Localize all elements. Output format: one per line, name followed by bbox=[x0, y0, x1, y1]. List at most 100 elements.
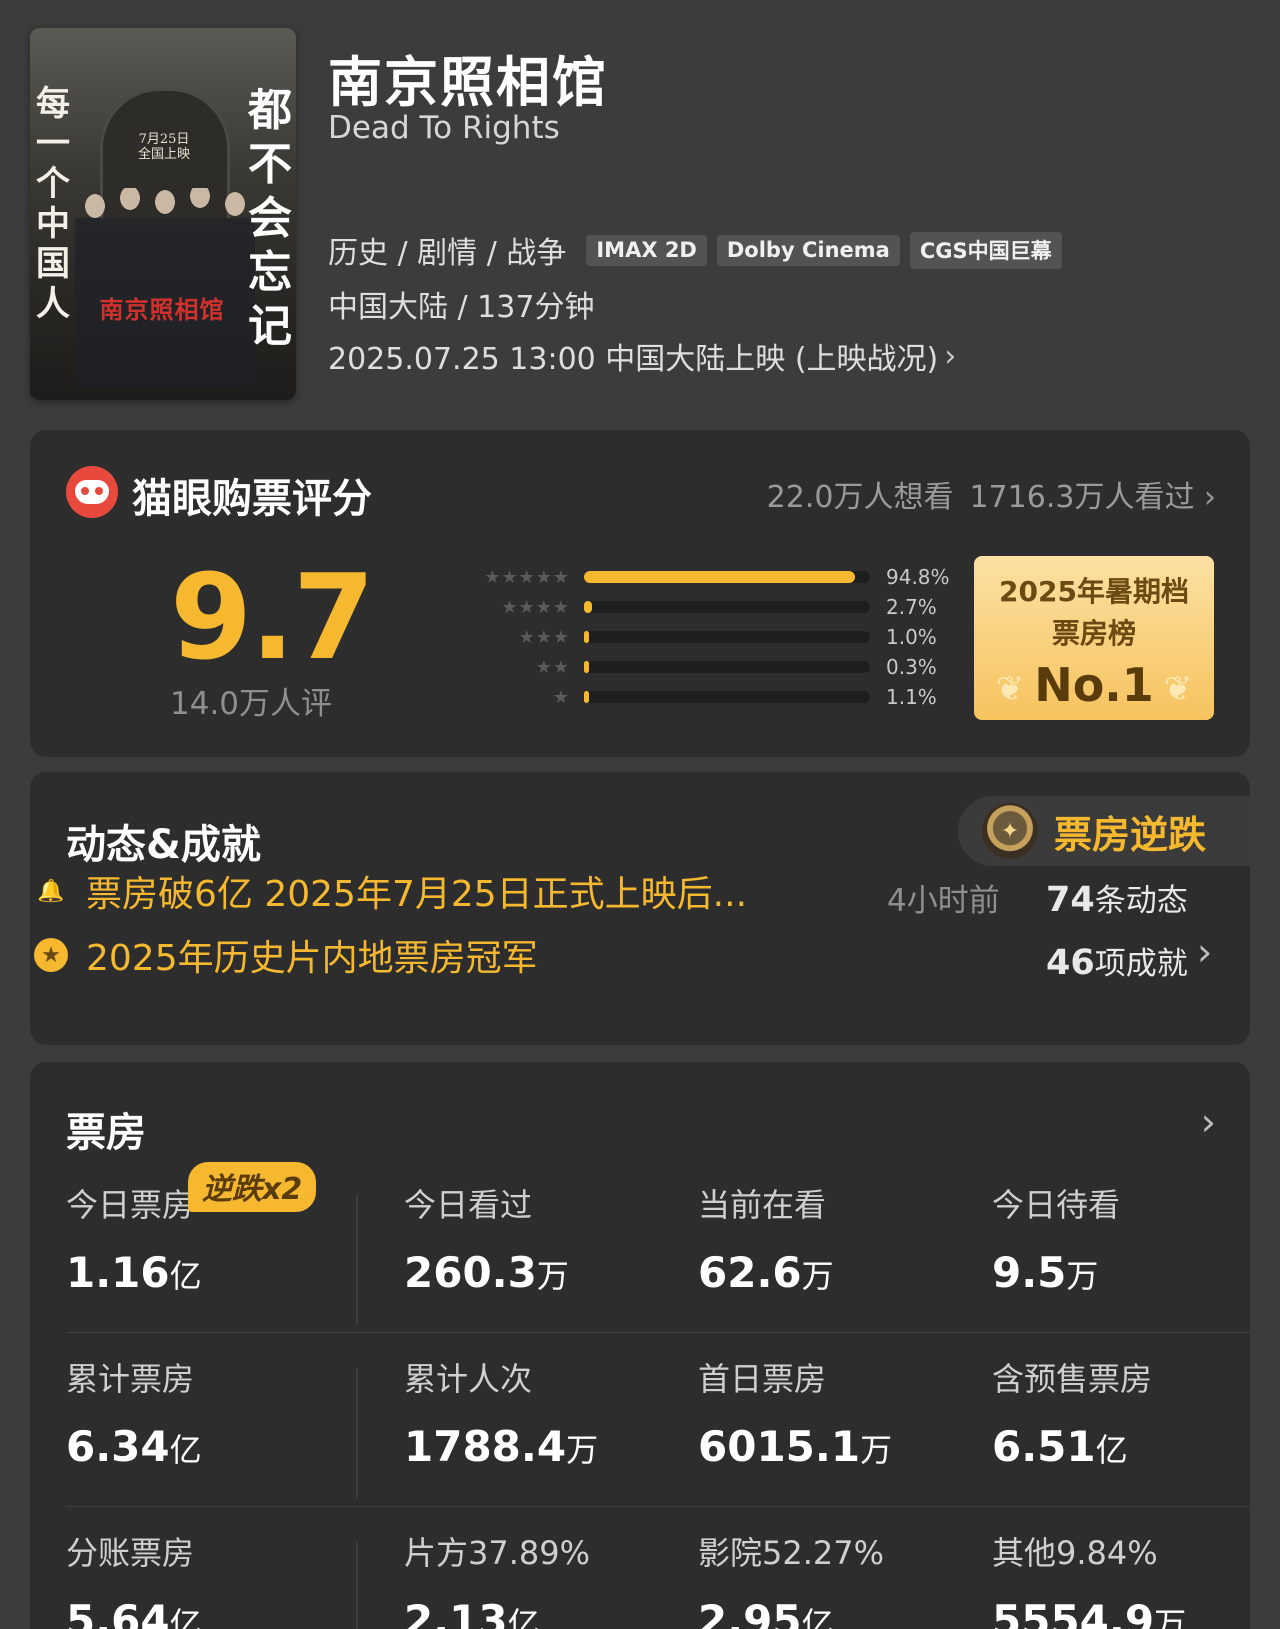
star-medal-icon: ★ bbox=[34, 938, 68, 972]
movie-english-title: Dead To Rights bbox=[328, 110, 560, 146]
distribution-bar bbox=[584, 661, 589, 673]
stat-value: 62.6万 bbox=[698, 1248, 834, 1297]
stat-value: 6.34亿 bbox=[66, 1422, 202, 1471]
stat-label: 影院52.27% bbox=[698, 1534, 885, 1572]
row-divider bbox=[66, 1506, 1250, 1507]
box-office-card: 票房 › 今日票房 1.16亿 今日看过 260.3万 当前在看 62.6万 今… bbox=[30, 1062, 1250, 1629]
stat-label: 其他9.84% bbox=[992, 1534, 1158, 1572]
bell-icon: 🔔 bbox=[37, 878, 65, 904]
star-icons: ★★ bbox=[535, 656, 570, 678]
stat-label: 今日看过 bbox=[404, 1186, 533, 1224]
badge-label: 票房逆跌 bbox=[1054, 812, 1207, 857]
poster-date-sign: 7月25日 全国上映 bbox=[137, 132, 190, 162]
distribution-percent: 0.3% bbox=[886, 655, 937, 679]
column-divider bbox=[356, 1542, 358, 1629]
stat-today-pending[interactable]: 今日待看 9.5万 bbox=[992, 1180, 1120, 1297]
stat-today-box-office[interactable]: 今日票房 1.16亿 bbox=[66, 1180, 202, 1297]
distribution-row-5: ★★★★★ 94.8% bbox=[470, 562, 970, 592]
movie-poster[interactable]: 每一个中国人 都不会忘记 7月25日 全国上映 南京照相馆 bbox=[30, 28, 296, 400]
distribution-row-4: ★★★★ 2.7% bbox=[470, 592, 970, 622]
maoyan-cat-icon bbox=[66, 466, 118, 518]
chevron-right-icon[interactable]: › bbox=[1201, 1100, 1216, 1144]
stat-label: 今日票房 bbox=[66, 1186, 195, 1224]
distribution-row-3: ★★★ 1.0% bbox=[470, 622, 970, 652]
chevron-right-icon: › bbox=[944, 338, 957, 374]
row-divider bbox=[66, 1332, 1250, 1333]
format-tag-dolby: Dolby Cinema bbox=[716, 234, 900, 266]
stat-label: 今日待看 bbox=[992, 1186, 1121, 1224]
stat-first-day[interactable]: 首日票房 6015.1万 bbox=[698, 1354, 892, 1471]
achievement-text: 2025年历史片内地票房冠军 bbox=[86, 938, 538, 979]
genres: 历史 / 剧情 / 战争 bbox=[328, 236, 567, 271]
stat-value: 6.51亿 bbox=[992, 1422, 1128, 1471]
release-info-link[interactable]: 2025.07.25 13:00 中国大陆上映 (上映战况) › bbox=[328, 334, 956, 378]
stat-value: 5.64亿 bbox=[66, 1596, 202, 1629]
chevron-right-icon: › bbox=[1204, 480, 1216, 515]
poster-title: 南京照相馆 bbox=[99, 295, 225, 324]
distribution-percent: 1.1% bbox=[886, 685, 937, 709]
distribution-bar bbox=[584, 601, 592, 613]
poster-right-slogan: 都不会忘记 bbox=[248, 85, 292, 352]
stat-total-box-office[interactable]: 累计票房 6.34亿 bbox=[66, 1354, 202, 1471]
rating-count: 14.0万人评 bbox=[170, 686, 333, 722]
news-count: 74条动态 bbox=[1046, 880, 1188, 920]
box-office-title: 票房 bbox=[66, 1110, 146, 1156]
distribution-percent: 1.0% bbox=[886, 625, 937, 649]
distribution-bar bbox=[584, 631, 589, 643]
stat-value: 260.3万 bbox=[404, 1248, 569, 1297]
stat-producer-share[interactable]: 片方37.89% 2.13亿 bbox=[404, 1528, 590, 1629]
rating-card: 猫眼购票评分 22.0万人想看 1716.3万人看过 › 9.7 14.0万人评 … bbox=[30, 430, 1250, 757]
dynamics-title: 动态&成就 bbox=[66, 822, 261, 868]
rank-title: 2025年暑期档 bbox=[999, 575, 1189, 608]
movie-header: 每一个中国人 都不会忘记 7月25日 全国上映 南京照相馆 南京照相馆 Dead… bbox=[30, 28, 1250, 400]
poster-figures bbox=[75, 188, 255, 388]
latest-news[interactable]: 🔔 票房破6亿 2025年7月25日正式上映后... bbox=[34, 868, 748, 915]
star-icons: ★★★ bbox=[518, 626, 570, 648]
stat-split-box-office[interactable]: 分账票房 5.64亿 bbox=[66, 1528, 202, 1629]
stat-cinema-share[interactable]: 影院52.27% 2.95亿 bbox=[698, 1528, 884, 1629]
column-divider bbox=[356, 1368, 358, 1498]
rating-distribution: ★★★★★ 94.8% ★★★★ 2.7% ★★★ 1.0% ★★ 0.3% ★… bbox=[470, 562, 970, 712]
box-office-rebound-badge[interactable]: ✦ 票房逆跌 bbox=[958, 796, 1250, 866]
poster-left-slogan: 每一个中国人 bbox=[36, 84, 70, 324]
movie-title: 南京照相馆 bbox=[328, 51, 608, 114]
news-text: 票房破6亿 2025年7月25日正式上映后... bbox=[86, 874, 748, 915]
stat-value: 1788.4万 bbox=[404, 1422, 599, 1471]
rating-score: 9.7 bbox=[170, 548, 375, 686]
release-info: 2025.07.25 13:00 中国大陆上映 (上映战况) bbox=[328, 342, 939, 377]
rank-number-row: ❦ No.1 ❦ bbox=[974, 658, 1214, 712]
medal-icon: ✦ bbox=[982, 803, 1038, 859]
rating-title: 猫眼购票评分 bbox=[132, 476, 372, 522]
stat-label: 累计人次 bbox=[404, 1360, 533, 1398]
stat-label: 当前在看 bbox=[698, 1186, 827, 1224]
stat-value: 5554.9万 bbox=[992, 1596, 1187, 1629]
distribution-row-2: ★★ 0.3% bbox=[470, 652, 970, 682]
stat-total-admissions[interactable]: 累计人次 1788.4万 bbox=[404, 1354, 598, 1471]
rank-subtitle: 票房榜 bbox=[1051, 617, 1136, 650]
stat-with-presale[interactable]: 含预售票房 6.51亿 bbox=[992, 1354, 1152, 1471]
laurel-left-icon: ❦ bbox=[995, 668, 1025, 709]
stat-other-share[interactable]: 其他9.84% 5554.9万 bbox=[992, 1528, 1186, 1629]
summer-rank-badge[interactable]: 2025年暑期档 票房榜 ❦ No.1 ❦ bbox=[974, 556, 1214, 720]
stat-value: 9.5万 bbox=[992, 1248, 1099, 1297]
chevron-right-icon[interactable]: › bbox=[1197, 930, 1212, 974]
star-icons: ★ bbox=[552, 686, 570, 708]
distribution-bar bbox=[584, 571, 856, 583]
distribution-percent: 94.8% bbox=[886, 565, 950, 589]
stat-label: 累计票房 bbox=[66, 1360, 195, 1398]
star-icons: ★★★★★ bbox=[484, 566, 570, 588]
star-icons: ★★★★ bbox=[501, 596, 570, 618]
want-watched-link[interactable]: 22.0万人想看 1716.3万人看过 › bbox=[767, 472, 1216, 516]
distribution-percent: 2.7% bbox=[886, 595, 937, 619]
stat-value: 2.95亿 bbox=[698, 1596, 834, 1629]
laurel-right-icon: ❦ bbox=[1163, 668, 1193, 709]
stat-watching-now[interactable]: 当前在看 62.6万 bbox=[698, 1180, 834, 1297]
stat-today-watched[interactable]: 今日看过 260.3万 bbox=[404, 1180, 569, 1297]
stat-label: 首日票房 bbox=[698, 1360, 827, 1398]
top-achievement[interactable]: ★ 2025年历史片内地票房冠军 bbox=[34, 932, 538, 979]
stat-value: 2.13亿 bbox=[404, 1596, 540, 1629]
column-divider bbox=[356, 1194, 358, 1324]
rank-number: No.1 bbox=[1034, 658, 1154, 712]
region-duration: 中国大陆 / 137分钟 bbox=[328, 290, 595, 325]
rebound-tag: 逆跌x2 bbox=[188, 1162, 317, 1212]
